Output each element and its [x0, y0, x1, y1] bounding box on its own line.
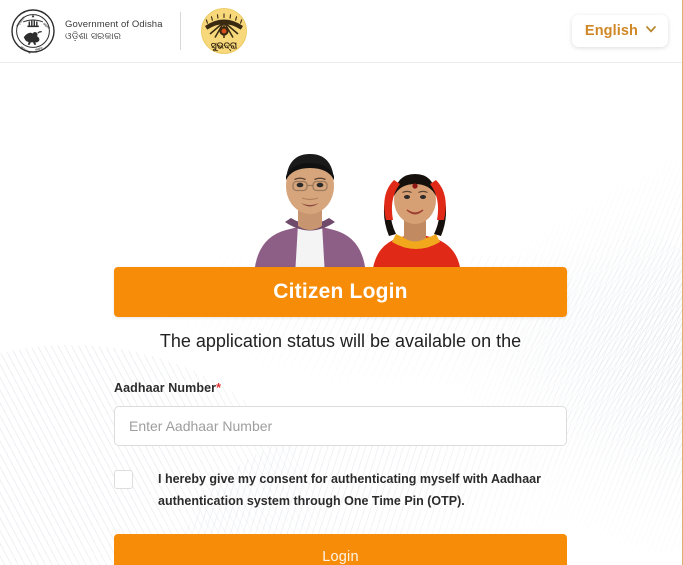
- citizen-login-page: ସତ୍ୟମେବ ଜୟତେ ସତ୍ୟମେବ ଜୟତେ Government of …: [0, 0, 683, 565]
- subhadra-chakra-logo-icon: ସୁଭଦ୍ରା: [200, 7, 248, 55]
- page-title: Citizen Login: [273, 280, 408, 303]
- aadhaar-field-label: Aadhaar Number*: [114, 381, 221, 395]
- aadhaar-label-text: Aadhaar Number: [114, 381, 217, 395]
- header-divider: [179, 12, 181, 50]
- brand-group: ସତ୍ୟମେବ ଜୟତେ ସତ୍ୟମେବ ଜୟତେ Government of …: [10, 7, 248, 55]
- aadhaar-number-input[interactable]: [114, 406, 567, 446]
- required-marker: *: [216, 381, 222, 395]
- government-name-odia: ଓଡ଼ିଶା ସରକାର: [65, 31, 122, 42]
- citizen-login-card: Citizen Login The application status wil…: [114, 267, 567, 565]
- application-status-note: The application status will be available…: [159, 331, 522, 351]
- site-header: ସତ୍ୟମେବ ଜୟତେ ସତ୍ୟମେବ ଜୟତେ Government of …: [0, 0, 682, 63]
- language-selector-value: English: [584, 23, 638, 39]
- government-name-block: Government of Odisha ଓଡ଼ିଶା ସରକାର: [65, 19, 163, 43]
- leaders-portrait-image: [246, 142, 471, 276]
- government-name-english: Government of Odisha: [65, 19, 163, 31]
- chevron-down-icon: [645, 22, 657, 40]
- odisha-state-emblem-icon: ସତ୍ୟମେବ ଜୟତେ ସତ୍ୟମେବ ଜୟତେ: [10, 7, 56, 55]
- consent-checkbox[interactable]: [114, 470, 133, 489]
- consent-text: I hereby give my consent for authenticat…: [158, 472, 541, 508]
- language-selector[interactable]: English: [571, 15, 668, 47]
- aadhaar-field-block: Aadhaar Number*: [114, 379, 567, 446]
- main-content: Citizen Login The application status wil…: [0, 63, 682, 565]
- login-button[interactable]: Login: [114, 534, 567, 565]
- login-card-banner: Citizen Login: [114, 267, 567, 317]
- consent-row: I hereby give my consent for authenticat…: [114, 469, 567, 512]
